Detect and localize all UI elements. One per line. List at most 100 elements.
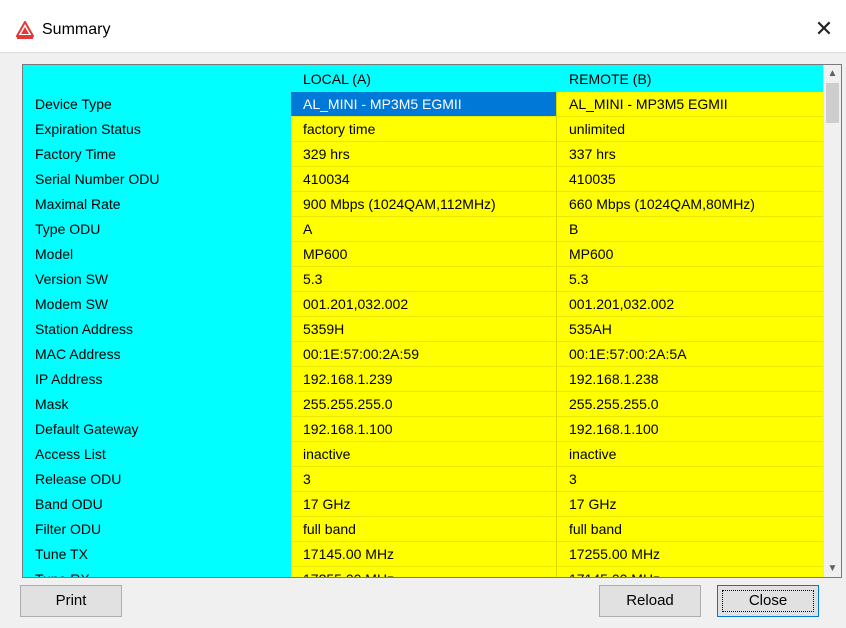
- local-value[interactable]: 329 hrs: [291, 142, 557, 167]
- print-button-label: Print: [55, 592, 87, 609]
- header-row: LOCAL (A) REMOTE (B): [23, 67, 823, 92]
- local-value[interactable]: MP600: [291, 242, 557, 267]
- remote-value[interactable]: inactive: [557, 442, 823, 467]
- remote-value[interactable]: 17255.00 MHz: [557, 542, 823, 567]
- local-value[interactable]: full band: [291, 517, 557, 542]
- header-label-cell: [23, 67, 291, 92]
- local-value[interactable]: 17255.00 MHz: [291, 567, 557, 577]
- local-value[interactable]: 5.3: [291, 267, 557, 292]
- row-label: Expiration Status: [35, 121, 141, 137]
- row-label: Filter ODU: [35, 521, 102, 537]
- table-row[interactable]: Device Type AL_MINI - MP3M5 EGMII AL_MINI …: [23, 92, 823, 117]
- local-value[interactable]: 17 GHz: [291, 492, 557, 517]
- summary-grid-body: LOCAL (A) REMOTE (B) Device Type AL_MINI …: [23, 65, 823, 577]
- remote-value[interactable]: 535AH: [557, 317, 823, 342]
- table-row[interactable]: Factory Time 329 hrs 337 hrs: [23, 142, 823, 167]
- row-label: Access List: [35, 446, 106, 462]
- table-row[interactable]: Release ODU 3 3: [23, 467, 823, 492]
- local-value[interactable]: 00:1E:57:00:2A:59: [291, 342, 557, 367]
- local-value[interactable]: 192.168.1.239: [291, 367, 557, 392]
- print-button[interactable]: Print: [20, 585, 122, 617]
- row-label: Factory Time: [35, 146, 116, 162]
- column-header-remote[interactable]: REMOTE (B): [557, 67, 823, 92]
- remote-value[interactable]: MP600: [557, 242, 823, 267]
- reload-button[interactable]: Reload: [599, 585, 701, 617]
- table-row[interactable]: Modem SW 001.201,032.002 001.201,032.002: [23, 292, 823, 317]
- local-value[interactable]: factory time: [291, 117, 557, 142]
- remote-value[interactable]: 001.201,032.002: [557, 292, 823, 317]
- table-row[interactable]: Station Address 5359H 535AH: [23, 317, 823, 342]
- table-row[interactable]: Version SW 5.3 5.3: [23, 267, 823, 292]
- table-row[interactable]: Type ODU A B: [23, 217, 823, 242]
- column-header-local[interactable]: LOCAL (A): [291, 67, 557, 92]
- table-row[interactable]: Band ODU 17 GHz 17 GHz: [23, 492, 823, 517]
- remote-value[interactable]: 17 GHz: [557, 492, 823, 517]
- local-value[interactable]: 900 Mbps (1024QAM,112MHz): [291, 192, 557, 217]
- row-label: Maximal Rate: [35, 196, 121, 212]
- table-row[interactable]: Access List inactive inactive: [23, 442, 823, 467]
- table-row[interactable]: Default Gateway 192.168.1.100 192.168.1.10…: [23, 417, 823, 442]
- scrollbar-thumb[interactable]: [826, 83, 839, 123]
- scroll-down-icon[interactable]: ▼: [824, 560, 841, 577]
- local-value[interactable]: 001.201,032.002: [291, 292, 557, 317]
- remote-value[interactable]: 255.255.255.0: [557, 392, 823, 417]
- local-value[interactable]: 192.168.1.100: [291, 417, 557, 442]
- table-row[interactable]: Mask 255.255.255.0 255.255.255.0: [23, 392, 823, 417]
- reload-button-label: Reload: [626, 592, 674, 609]
- scroll-up-icon[interactable]: ▲: [824, 65, 841, 82]
- remote-value[interactable]: 337 hrs: [557, 142, 823, 167]
- table-row[interactable]: Tune TX 17145.00 MHz 17255.00 MHz: [23, 542, 823, 567]
- local-value[interactable]: AL_MINI - MP3M5 EGMII: [291, 92, 557, 117]
- row-label: Model: [35, 246, 74, 262]
- remote-value[interactable]: 192.168.1.100: [557, 417, 823, 442]
- table-row[interactable]: Tune RX17255.00 MHz17145.00 MHz: [23, 567, 823, 577]
- row-label: Release ODU: [35, 471, 122, 487]
- local-value[interactable]: 3: [291, 467, 557, 492]
- row-label: IP Address: [35, 371, 103, 387]
- table-row[interactable]: Serial Number ODU 410034 410035: [23, 167, 823, 192]
- remote-value[interactable]: 3: [557, 467, 823, 492]
- local-value[interactable]: inactive: [291, 442, 557, 467]
- row-label: Version SW: [35, 271, 109, 287]
- remote-value[interactable]: 00:1E:57:00:2A:5A: [557, 342, 823, 367]
- row-label: Tune TX: [35, 546, 88, 562]
- remote-value[interactable]: 17145.00 MHz: [557, 567, 823, 577]
- row-label: Mask: [35, 396, 69, 412]
- vertical-scrollbar[interactable]: ▲ ▼: [823, 65, 841, 577]
- window-title: Summary: [42, 21, 111, 38]
- remote-value[interactable]: AL_MINI - MP3M5 EGMII: [557, 92, 823, 117]
- row-label: Station Address: [35, 321, 134, 337]
- table-row[interactable]: MAC Address 00:1E:57:00:2A:59 00:1E:57:00:…: [23, 342, 823, 367]
- row-label: Band ODU: [35, 496, 103, 512]
- row-label: Type ODU: [35, 221, 101, 237]
- row-label: MAC Address: [35, 346, 121, 362]
- remote-value[interactable]: 192.168.1.238: [557, 367, 823, 392]
- close-button-label: Close: [748, 592, 788, 609]
- remote-value[interactable]: full band: [557, 517, 823, 542]
- row-label: Serial Number ODU: [35, 171, 160, 187]
- remote-value[interactable]: B: [557, 217, 823, 242]
- row-label: Device Type: [35, 96, 112, 112]
- ceragon-logo-icon: [16, 21, 34, 39]
- local-value[interactable]: A: [291, 217, 557, 242]
- local-value[interactable]: 410034: [291, 167, 557, 192]
- row-label: Tune RX: [23, 567, 291, 577]
- row-label: Modem SW: [35, 296, 109, 312]
- remote-value[interactable]: 410035: [557, 167, 823, 192]
- remote-value[interactable]: 5.3: [557, 267, 823, 292]
- summary-grid[interactable]: LOCAL (A) REMOTE (B) Device Type AL_MINI …: [22, 64, 842, 578]
- remote-value[interactable]: 660 Mbps (1024QAM,80MHz): [557, 192, 823, 217]
- title-bar: Summary ✕: [0, 0, 846, 53]
- local-value[interactable]: 5359H: [291, 317, 557, 342]
- table-row[interactable]: Filter ODU full band full band: [23, 517, 823, 542]
- close-window-button[interactable]: ✕: [802, 10, 846, 48]
- table-row[interactable]: Maximal Rate 900 Mbps (1024QAM,112MHz) 660…: [23, 192, 823, 217]
- remote-value[interactable]: unlimited: [557, 117, 823, 142]
- table-row[interactable]: Model MP600 MP600: [23, 242, 823, 267]
- close-button[interactable]: Close: [717, 585, 819, 617]
- local-value[interactable]: 17145.00 MHz: [291, 542, 557, 567]
- row-label: Default Gateway: [35, 421, 139, 437]
- local-value[interactable]: 255.255.255.0: [291, 392, 557, 417]
- table-row[interactable]: Expiration Status factory time unlimited: [23, 117, 823, 142]
- table-row[interactable]: IP Address 192.168.1.239 192.168.1.238: [23, 367, 823, 392]
